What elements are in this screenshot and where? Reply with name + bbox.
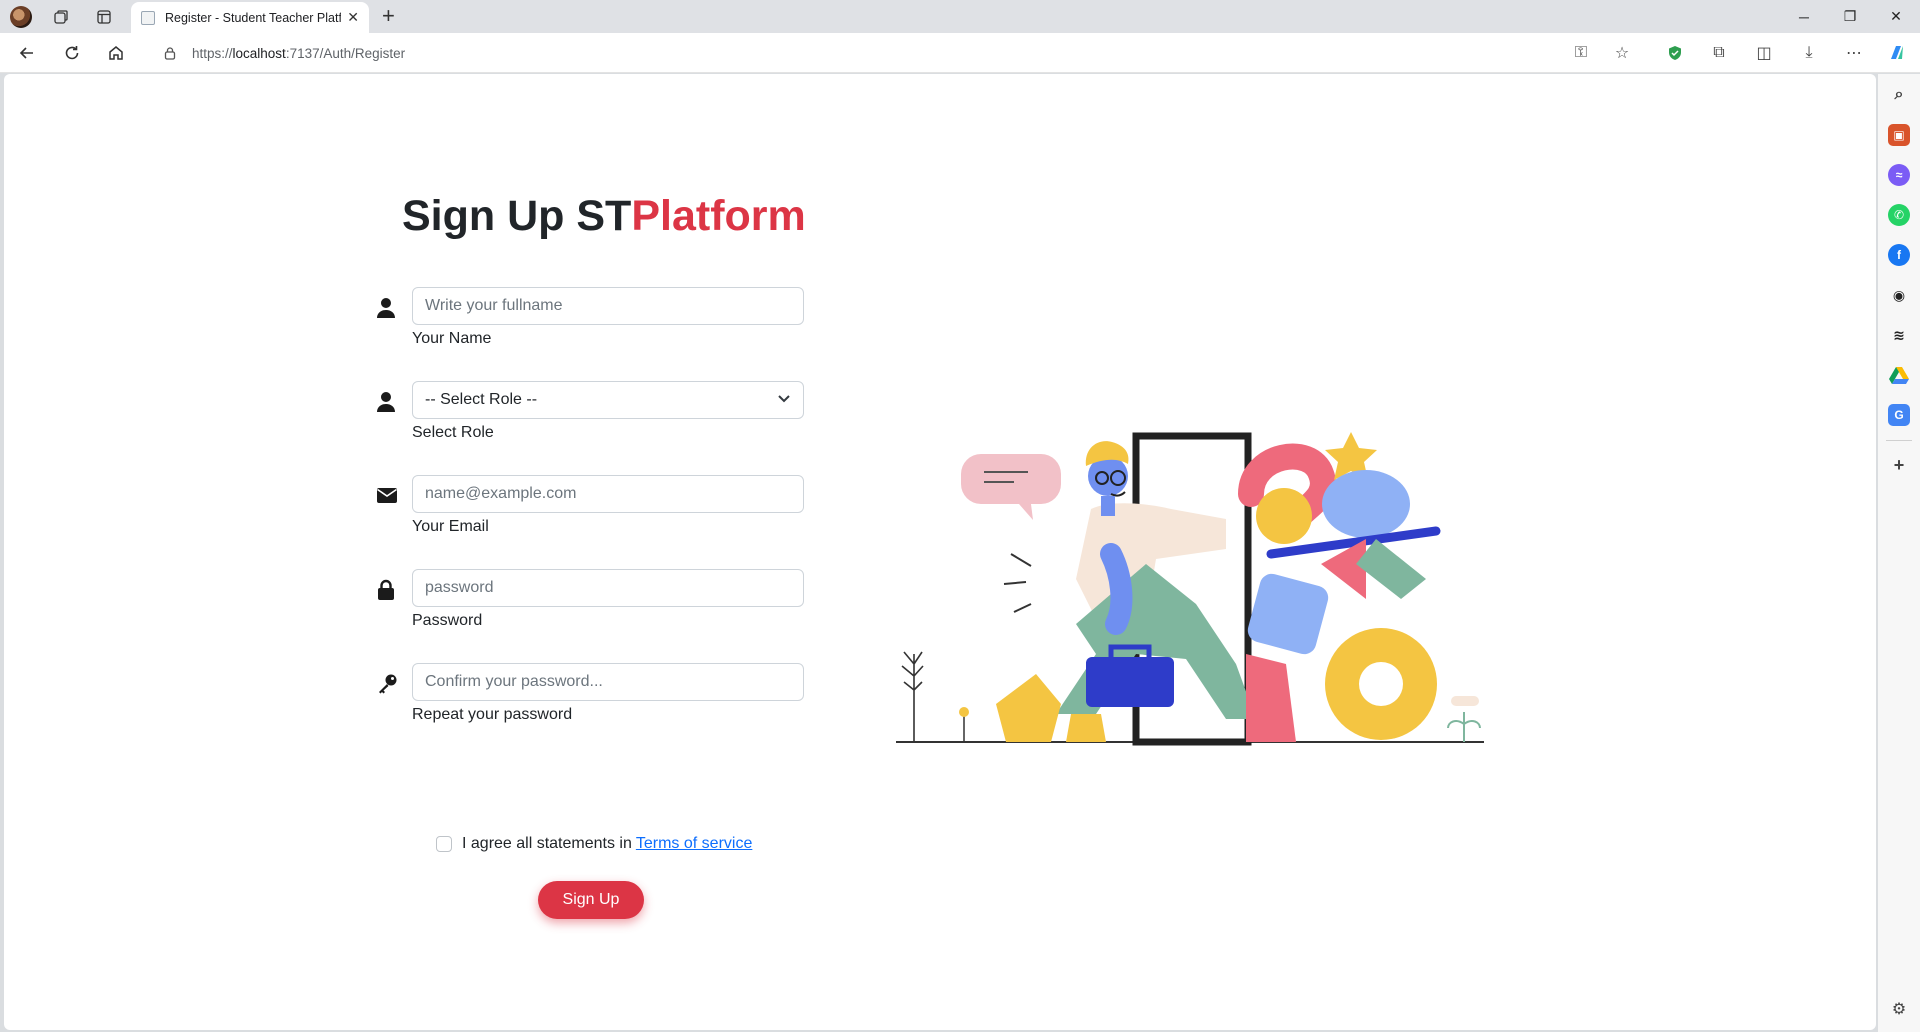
role-label: Select Role: [412, 424, 494, 441]
url-scheme: https://: [192, 45, 233, 61]
search-icon[interactable]: ⌕: [1888, 84, 1910, 106]
back-button[interactable]: [15, 41, 39, 65]
terms-agreement: I agree all statements in Terms of servi…: [436, 835, 752, 853]
gear-icon[interactable]: ⚙: [1888, 998, 1910, 1020]
url-path: :7137/Auth/Register: [285, 45, 406, 61]
close-tab-icon[interactable]: ✕: [347, 9, 359, 26]
tab-strip: Register - Student Teacher Platfor ✕ + ─…: [0, 0, 1920, 33]
more-menu-icon[interactable]: ⋯: [1842, 41, 1866, 65]
page-title: Sign Up STPlatform: [402, 192, 806, 241]
chevron-down-icon: [777, 391, 791, 409]
extensions-puzzle-icon[interactable]: ⧉: [1707, 41, 1731, 65]
workspaces-icon[interactable]: [50, 6, 72, 28]
refresh-button[interactable]: [60, 41, 84, 65]
copilot-icon[interactable]: [1885, 41, 1909, 65]
messenger-icon[interactable]: ≈: [1888, 164, 1910, 186]
browser-toolbar: https://localhost:7137/Auth/Register ⚿ ☆…: [0, 33, 1920, 73]
password-key-icon[interactable]: ⚿: [1569, 41, 1593, 65]
edge-sidebar: ⌕ ▣ ≈ ✆ f ◉ ≋ G + ⚙: [1878, 74, 1920, 1032]
title-main: Sign Up ST: [402, 192, 632, 240]
minimize-button[interactable]: ─: [1781, 0, 1827, 33]
lock-icon: [376, 579, 398, 601]
user-icon: [376, 391, 398, 413]
confirm-password-label: Repeat your password: [412, 706, 573, 723]
add-sidebar-app-icon[interactable]: +: [1888, 454, 1910, 476]
home-button[interactable]: [104, 41, 128, 65]
key-icon: [376, 673, 398, 695]
address-bar[interactable]: https://localhost:7137/Auth/Register: [146, 37, 1634, 69]
role-selected-value: -- Select Role --: [425, 391, 538, 408]
page-favicon-icon: [141, 10, 155, 25]
game-controller-icon[interactable]: ◉: [1888, 284, 1910, 306]
tab-title: Register - Student Teacher Platfor: [165, 10, 342, 25]
drive-sync-icon[interactable]: ≋: [1888, 324, 1910, 346]
envelope-icon: [376, 486, 398, 508]
translate-icon[interactable]: G: [1888, 404, 1910, 426]
terms-text: I agree all statements in: [462, 835, 632, 852]
password-input[interactable]: password: [412, 569, 804, 607]
vertical-tabs-icon[interactable]: [93, 6, 115, 28]
signup-illustration: [896, 432, 1484, 746]
browser-tab-active[interactable]: Register - Student Teacher Platfor ✕: [131, 2, 369, 33]
confirm-password-placeholder: Confirm your password...: [425, 673, 603, 690]
close-window-button[interactable]: ✕: [1873, 0, 1919, 33]
page-viewport: Sign Up STPlatform Write your fullname Y…: [4, 74, 1876, 1030]
email-placeholder: name@example.com: [425, 485, 577, 502]
whatsapp-icon[interactable]: ✆: [1888, 204, 1910, 226]
user-icon: [376, 297, 398, 319]
fullname-label: Your Name: [412, 330, 492, 347]
fullname-input[interactable]: Write your fullname: [412, 287, 804, 325]
google-drive-icon[interactable]: [1888, 364, 1910, 386]
confirm-password-input[interactable]: Confirm your password...: [412, 663, 804, 701]
title-accent: Platform: [631, 192, 806, 240]
url-host: localhost: [232, 45, 286, 61]
terms-of-service-link[interactable]: Terms of service: [636, 835, 752, 853]
favorite-star-icon[interactable]: ☆: [1610, 41, 1634, 65]
password-label: Password: [412, 612, 483, 629]
role-select[interactable]: -- Select Role --: [412, 381, 804, 419]
facebook-icon[interactable]: f: [1888, 244, 1910, 266]
downloads-icon[interactable]: ⤓: [1797, 41, 1821, 65]
profile-avatar[interactable]: [10, 6, 32, 28]
terms-checkbox[interactable]: [436, 836, 452, 852]
split-screen-icon[interactable]: ◫: [1752, 41, 1776, 65]
new-tab-button[interactable]: +: [382, 5, 395, 27]
sidebar-divider: [1886, 440, 1912, 441]
shield-extension-icon[interactable]: [1663, 41, 1687, 65]
site-info-lock-icon[interactable]: [162, 45, 178, 61]
restore-button[interactable]: ❐: [1827, 0, 1873, 33]
fullname-placeholder: Write your fullname: [425, 297, 563, 314]
email-input[interactable]: name@example.com: [412, 475, 804, 513]
sign-up-button[interactable]: Sign Up: [538, 881, 644, 919]
password-placeholder: password: [425, 579, 494, 596]
email-label: Your Email: [412, 518, 489, 535]
tools-briefcase-icon[interactable]: ▣: [1888, 124, 1910, 146]
